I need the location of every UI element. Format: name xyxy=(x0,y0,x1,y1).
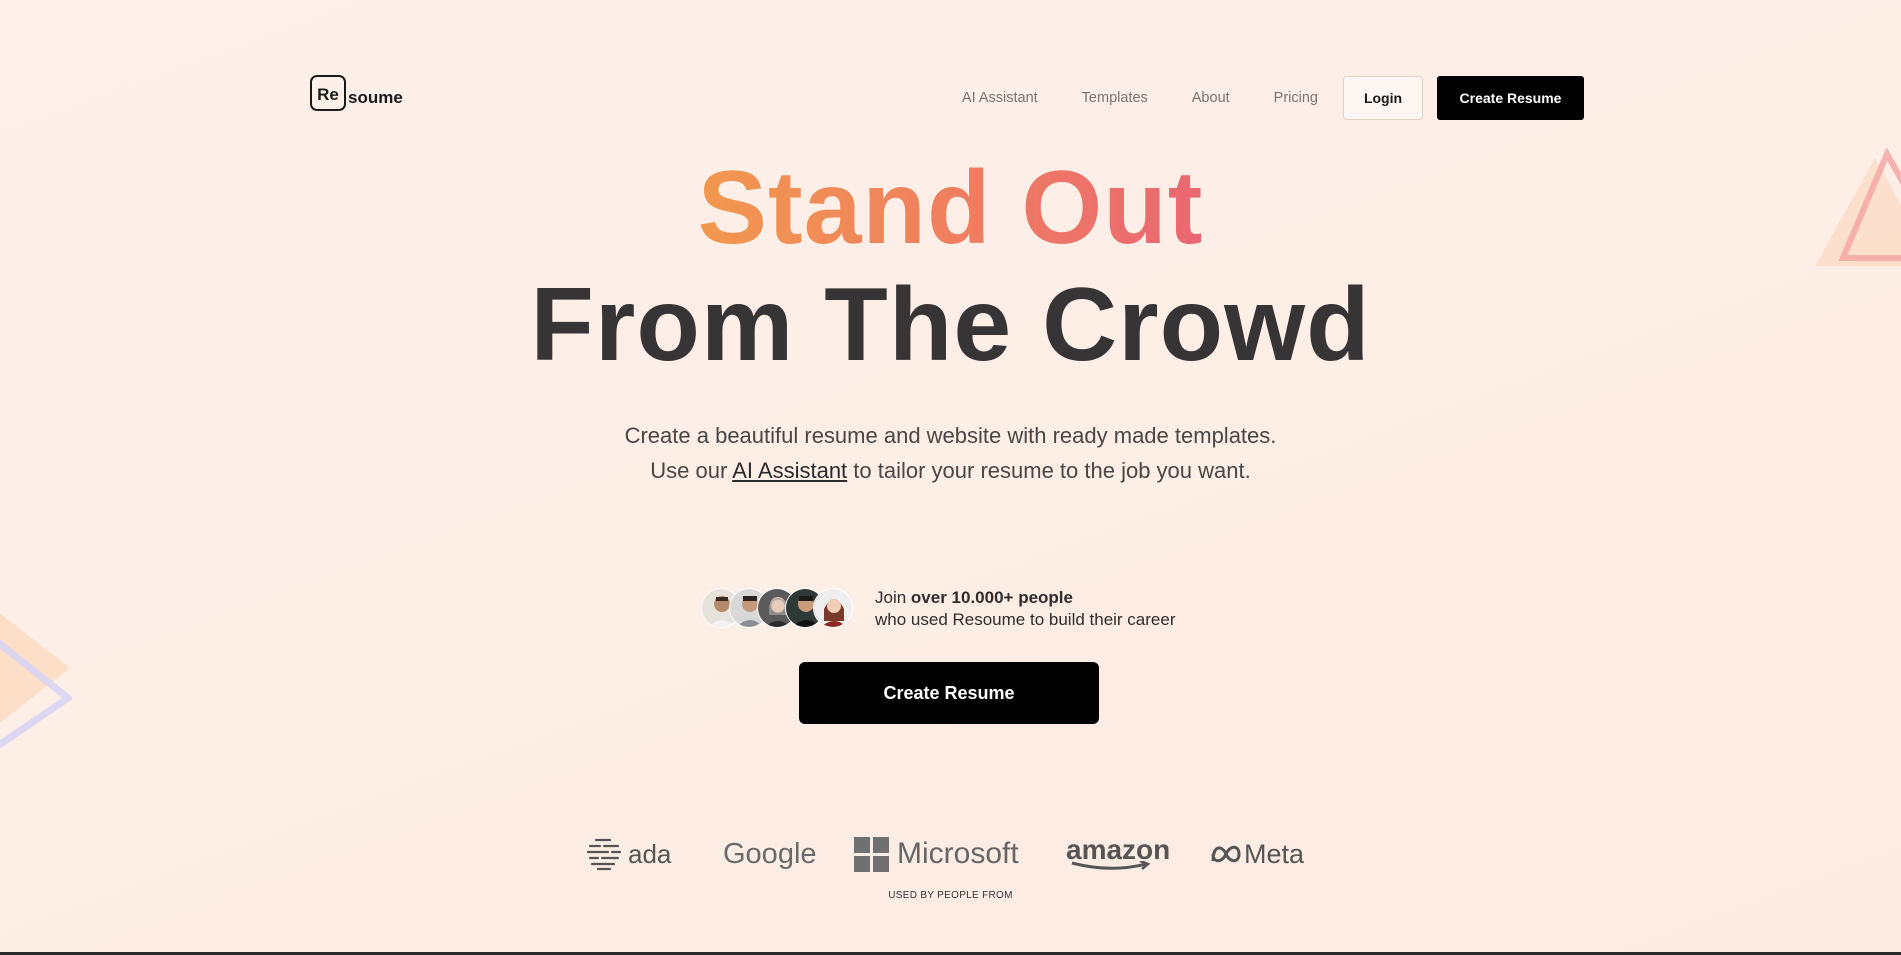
join-count: over 10.000+ people xyxy=(910,588,1073,607)
social-proof-line2: who used Resoume to build their career xyxy=(875,610,1176,629)
brand-amazon: amazon xyxy=(1066,832,1170,876)
avatar-group xyxy=(701,588,856,630)
subtitle-post: to tailor your resume to the job you wan… xyxy=(847,458,1251,483)
subtitle-pre: Use our xyxy=(650,458,733,483)
hero-subtitle-line2: Use our AI Assistant to tailor your resu… xyxy=(0,453,1901,488)
ada-logo-icon xyxy=(586,838,622,871)
hero-title-line2: From The Crowd xyxy=(530,267,1371,383)
brand-ada: ada xyxy=(586,832,671,876)
meta-logo-text: Meta xyxy=(1244,838,1305,869)
decorative-diamond-icon xyxy=(0,613,72,749)
logo-text: soume xyxy=(348,88,403,107)
logo[interactable]: Re soume xyxy=(310,73,403,113)
ai-assistant-link[interactable]: AI Assistant xyxy=(732,458,847,483)
brand-microsoft: Microsoft xyxy=(854,832,1019,876)
nav-pricing[interactable]: Pricing xyxy=(1274,90,1318,106)
hero-subtitle: Create a beautiful resume and website wi… xyxy=(0,418,1901,488)
nav-about[interactable]: About xyxy=(1192,90,1230,106)
amazon-logo-text: amazon xyxy=(1066,834,1171,865)
social-proof-text: Join over 10.000+ people who used Resoum… xyxy=(875,587,1176,631)
nav-templates[interactable]: Templates xyxy=(1082,90,1148,106)
main-nav: AI Assistant Templates About Pricing Log… xyxy=(962,76,1584,120)
microsoft-logo-icon xyxy=(854,836,889,872)
login-button[interactable]: Login xyxy=(1343,76,1423,120)
google-logo-text: Google xyxy=(723,837,817,870)
create-resume-main-button[interactable]: Create Resume xyxy=(799,662,1099,724)
brand-google: Google xyxy=(723,832,817,876)
logo-box: Re xyxy=(310,75,346,111)
hero-title-line1: Stand Out xyxy=(0,148,1901,268)
brand-meta: Meta xyxy=(1210,832,1304,876)
ada-logo-text: ada xyxy=(628,838,672,869)
social-proof-line1: Join over 10.000+ people xyxy=(875,587,1176,609)
microsoft-logo-text: Microsoft xyxy=(897,837,1019,870)
nav-ai-assistant[interactable]: AI Assistant xyxy=(962,90,1038,106)
brand-logos: ada Google Microsoft amazon Meta xyxy=(0,832,1901,876)
amazon-smile-icon xyxy=(1071,861,1151,870)
join-pre: Join xyxy=(875,588,911,607)
meta-logo-icon xyxy=(1211,845,1241,863)
social-proof: Join over 10.000+ people who used Resoum… xyxy=(701,587,1176,631)
hero-subtitle-line1: Create a beautiful resume and website wi… xyxy=(624,423,1277,448)
create-resume-nav-button[interactable]: Create Resume xyxy=(1437,76,1584,120)
hero-title-gradient-text: Stand Out xyxy=(697,150,1204,266)
avatar xyxy=(813,588,853,628)
used-by-caption: USED BY PEOPLE FROM xyxy=(888,890,1013,901)
